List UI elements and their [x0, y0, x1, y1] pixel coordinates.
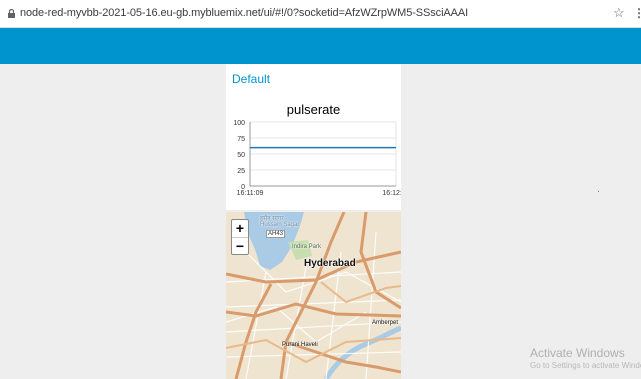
world-map[interactable]: + − हुसैन सागर Hussain Sagar AH43 Indira…	[226, 212, 401, 379]
activate-windows-subtitle: Go to Settings to activate Windows.	[530, 361, 641, 370]
zoom-control: + −	[231, 219, 249, 255]
map-tiles	[226, 212, 401, 379]
lake-local-label: हुसैन सागर	[260, 216, 284, 222]
dashboard-group-card: Default pulserate 100 75 50 25 0 16:11:09 16:1…	[226, 64, 401, 210]
browser-address-bar[interactable]: node-red-myvbb-2021-05-16.eu-gb.mybluemi…	[0, 0, 641, 28]
x-tick-label: 16:11:09	[237, 190, 264, 197]
amberpet-label: Amberpet	[372, 320, 399, 326]
stray-dot	[598, 191, 599, 192]
activate-windows-title: Activate Windows	[530, 346, 625, 360]
x-tick-label: 16:12:08	[382, 190, 401, 197]
lake-label: Hussain Sagar	[260, 222, 300, 228]
y-tick-label: 25	[237, 168, 245, 175]
star-icon[interactable]: ☆	[613, 6, 625, 20]
url-text[interactable]: node-red-myvbb-2021-05-16.eu-gb.mybluemi…	[20, 7, 468, 19]
dashboard-header	[0, 28, 641, 64]
y-tick-label: 75	[237, 136, 245, 143]
y-tick-label: 50	[237, 152, 245, 159]
purani-haveli-label: Purani Haveli	[282, 342, 318, 348]
zoom-out-button[interactable]: −	[232, 237, 248, 255]
more-menu-icon[interactable]: ⋮	[633, 6, 641, 20]
road-badge-ah43: AH43	[266, 230, 286, 238]
park-label: Indira Park	[292, 244, 322, 250]
pulserate-chart: 100755025016:11:0916:12:08	[233, 120, 401, 197]
zoom-in-button[interactable]: +	[232, 220, 248, 237]
lock-icon	[8, 9, 15, 18]
city-label: Hyderabad	[304, 258, 356, 269]
y-tick-label: 100	[233, 120, 245, 127]
